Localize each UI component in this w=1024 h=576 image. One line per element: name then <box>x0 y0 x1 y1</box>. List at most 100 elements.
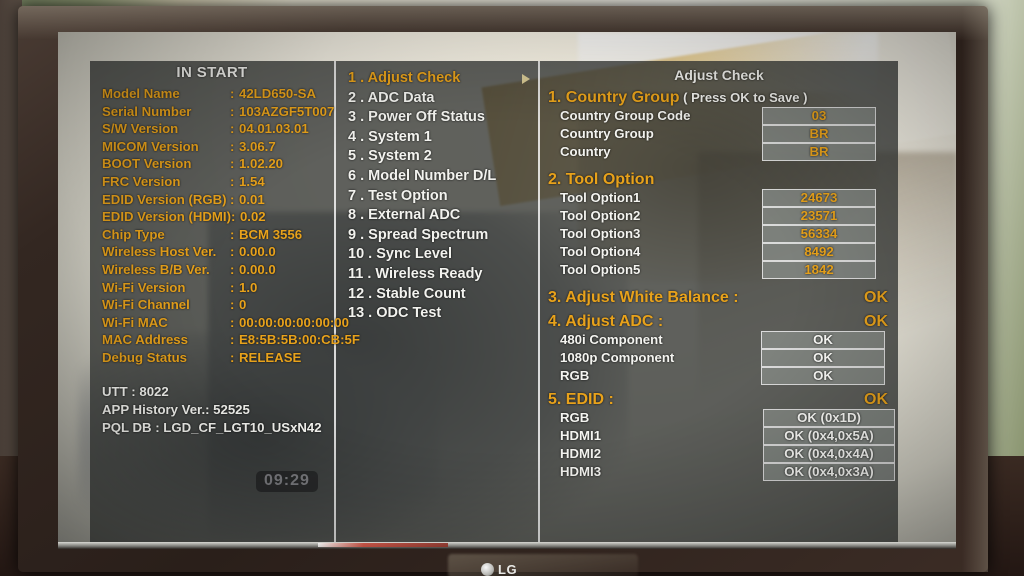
service-menu-osd: IN START Model Name:42LD650-SA Serial Num… <box>90 61 898 542</box>
menu-item-number: 4 . <box>348 128 369 145</box>
info-label: Model Name <box>102 86 180 101</box>
section-heading: 1. Country Group ( Press OK to Save ) <box>540 89 898 107</box>
adjust-check-row[interactable]: Country Group BR <box>540 125 898 143</box>
info-separator: : <box>230 138 235 154</box>
field-label: HDMI3 <box>560 464 602 479</box>
info-label: Serial Number <box>102 103 192 119</box>
menu-item-number: 6 . <box>348 167 369 184</box>
adjust-check-row[interactable]: 480i Component OK <box>540 331 898 349</box>
menu-item-number: 13 . <box>348 305 377 322</box>
section-heading: 4. Adjust ADC : OK <box>540 313 898 331</box>
menu-item-power-off-status[interactable]: 3 . Power Off Status <box>348 108 538 128</box>
chevron-right-icon <box>522 74 530 84</box>
field-label: 480i Component <box>560 332 663 347</box>
device-info-row: Serial Number:103AZGF5T007 <box>102 103 334 121</box>
field-value-box: BR <box>762 143 876 161</box>
section-heading-text: 2. Tool Option <box>548 171 655 188</box>
info-separator: : <box>230 279 235 295</box>
section-heading: 5. EDID : OK <box>540 391 898 409</box>
lg-logo-text: LG <box>498 562 518 576</box>
adjust-check-row[interactable]: HDMI3 OK (0x4,0x3A) <box>540 463 898 481</box>
field-label: RGB <box>560 368 590 383</box>
device-info-row: S/W Version:04.01.03.01 <box>102 120 334 138</box>
adjust-check-row[interactable]: Tool Option2 23571 <box>540 207 898 225</box>
device-info-footer-row: UTT : 8022 <box>102 383 169 399</box>
device-info-row: Chip Type: BCM 3556 <box>102 226 334 244</box>
menu-item-test-option[interactable]: 7 . Test Option <box>348 187 538 207</box>
field-label: Tool Option5 <box>560 262 641 277</box>
adjust-check-panel: Adjust Check 1. Country Group ( Press OK… <box>540 61 898 542</box>
device-info-footer-row: PQL DB : LGD_CF_LGT10_USxN42 <box>102 419 322 435</box>
section-heading: 3. Adjust White Balance : OK <box>540 289 898 307</box>
adjust-check-row[interactable]: Country Group Code 03 <box>540 107 898 125</box>
section-heading-text: 4. Adjust ADC : <box>548 313 664 330</box>
device-info-row: BOOT Version:1.02.20 <box>102 155 334 173</box>
menu-item-number: 7 . <box>348 187 369 204</box>
field-value-box: OK <box>761 331 885 349</box>
menu-item-number: 10 . <box>348 246 377 263</box>
info-separator: : <box>230 121 235 137</box>
info-value: 3.06.7 <box>239 138 276 154</box>
section-status-badge: OK <box>864 391 888 408</box>
info-separator: : <box>230 244 235 260</box>
lg-brand-logo: LG <box>481 562 517 576</box>
menu-item-odc-test[interactable]: 13 . ODC Test <box>348 304 538 324</box>
adjust-check-row[interactable]: Tool Option1 24673 <box>540 189 898 207</box>
info-separator: : <box>230 191 235 207</box>
field-value-box: 23571 <box>762 207 876 225</box>
adjust-check-row[interactable]: Country BR <box>540 143 898 161</box>
adjust-check-row[interactable]: Tool Option3 56334 <box>540 225 898 243</box>
info-label: Chip Type <box>102 226 165 242</box>
menu-item-spread-spectrum[interactable]: 9 . Spread Spectrum <box>348 226 538 246</box>
adjust-check-row[interactable]: HDMI2 OK (0x4,0x4A) <box>540 445 898 463</box>
menu-item-number: 3 . <box>348 109 369 126</box>
device-info-row: Wi-Fi Version:1.0 <box>102 279 334 297</box>
menu-item-number: 8 . <box>348 207 369 224</box>
adjust-check-row[interactable]: RGB OK <box>540 367 898 385</box>
info-separator: : <box>230 103 235 119</box>
menu-item-wireless-ready[interactable]: 11 . Wireless Ready <box>348 265 538 285</box>
bezel-reflection <box>318 543 448 547</box>
menu-item-sync-level[interactable]: 10 . Sync Level <box>348 245 538 265</box>
section-heading: 2. Tool Option <box>540 171 898 189</box>
menu-item-system-1[interactable]: 4 . System 1 <box>348 128 538 148</box>
menu-item-external-adc[interactable]: 8 . External ADC <box>348 206 538 226</box>
info-separator: : <box>230 86 235 101</box>
field-label: RGB <box>560 410 590 425</box>
tv-bezel-right-highlight <box>962 6 988 572</box>
field-value-box: OK (0x4,0x4A) <box>763 445 895 463</box>
info-label: Wi-Fi Channel <box>102 297 190 313</box>
adjust-check-row[interactable]: HDMI1 OK (0x4,0x5A) <box>540 427 898 445</box>
info-value: 04.01.03.01 <box>239 121 309 137</box>
device-info-panel: IN START Model Name:42LD650-SA Serial Num… <box>90 61 360 542</box>
field-value-box: 03 <box>762 107 876 125</box>
section-heading-text: 3. Adjust White Balance : <box>548 289 739 306</box>
field-label: Country Group <box>560 126 654 141</box>
menu-item-adjust-check[interactable]: 1 . Adjust Check <box>348 69 538 89</box>
info-value: 00:00:00:00:00:00 <box>239 314 349 330</box>
info-label: MICOM Version <box>102 138 199 154</box>
info-label: BOOT Version <box>102 156 192 172</box>
device-info-row: MAC Address: E8:5B:5B:00:CB:5F <box>102 331 360 349</box>
adjust-check-row[interactable]: Tool Option5 1842 <box>540 261 898 279</box>
tv-screen: IN START Model Name:42LD650-SA Serial Num… <box>58 32 956 542</box>
info-value: 103AZGF5T007 <box>239 103 335 119</box>
adjust-check-row[interactable]: 1080p Component OK <box>540 349 898 367</box>
info-label: EDID Version (RGB) <box>102 191 227 207</box>
menu-item-model-number-d-l[interactable]: 6 . Model Number D/L <box>348 167 538 187</box>
menu-item-label: Spread Spectrum <box>368 226 489 243</box>
adjust-check-row[interactable]: RGB OK (0x1D) <box>540 409 898 427</box>
tv-bezel: IN START Model Name:42LD650-SA Serial Num… <box>18 6 988 576</box>
device-info-footer: UTT : 8022 APP History Ver.: 52525 PQL DB … <box>90 383 334 437</box>
info-value: 42LD650-SA <box>239 86 316 101</box>
info-value: 0.00.0 <box>239 244 276 260</box>
info-separator: : <box>230 297 235 313</box>
menu-item-adc-data[interactable]: 2 . ADC Data <box>348 89 538 109</box>
menu-item-system-2[interactable]: 5 . System 2 <box>348 147 538 167</box>
adjust-check-row[interactable]: Tool Option4 8492 <box>540 243 898 261</box>
menu-item-label: Test Option <box>368 187 448 204</box>
info-label: Debug Status <box>102 349 187 365</box>
adjust-check-sections: 1. Country Group ( Press OK to Save ) Cou… <box>540 89 898 481</box>
menu-item-stable-count[interactable]: 12 . Stable Count <box>348 285 538 305</box>
